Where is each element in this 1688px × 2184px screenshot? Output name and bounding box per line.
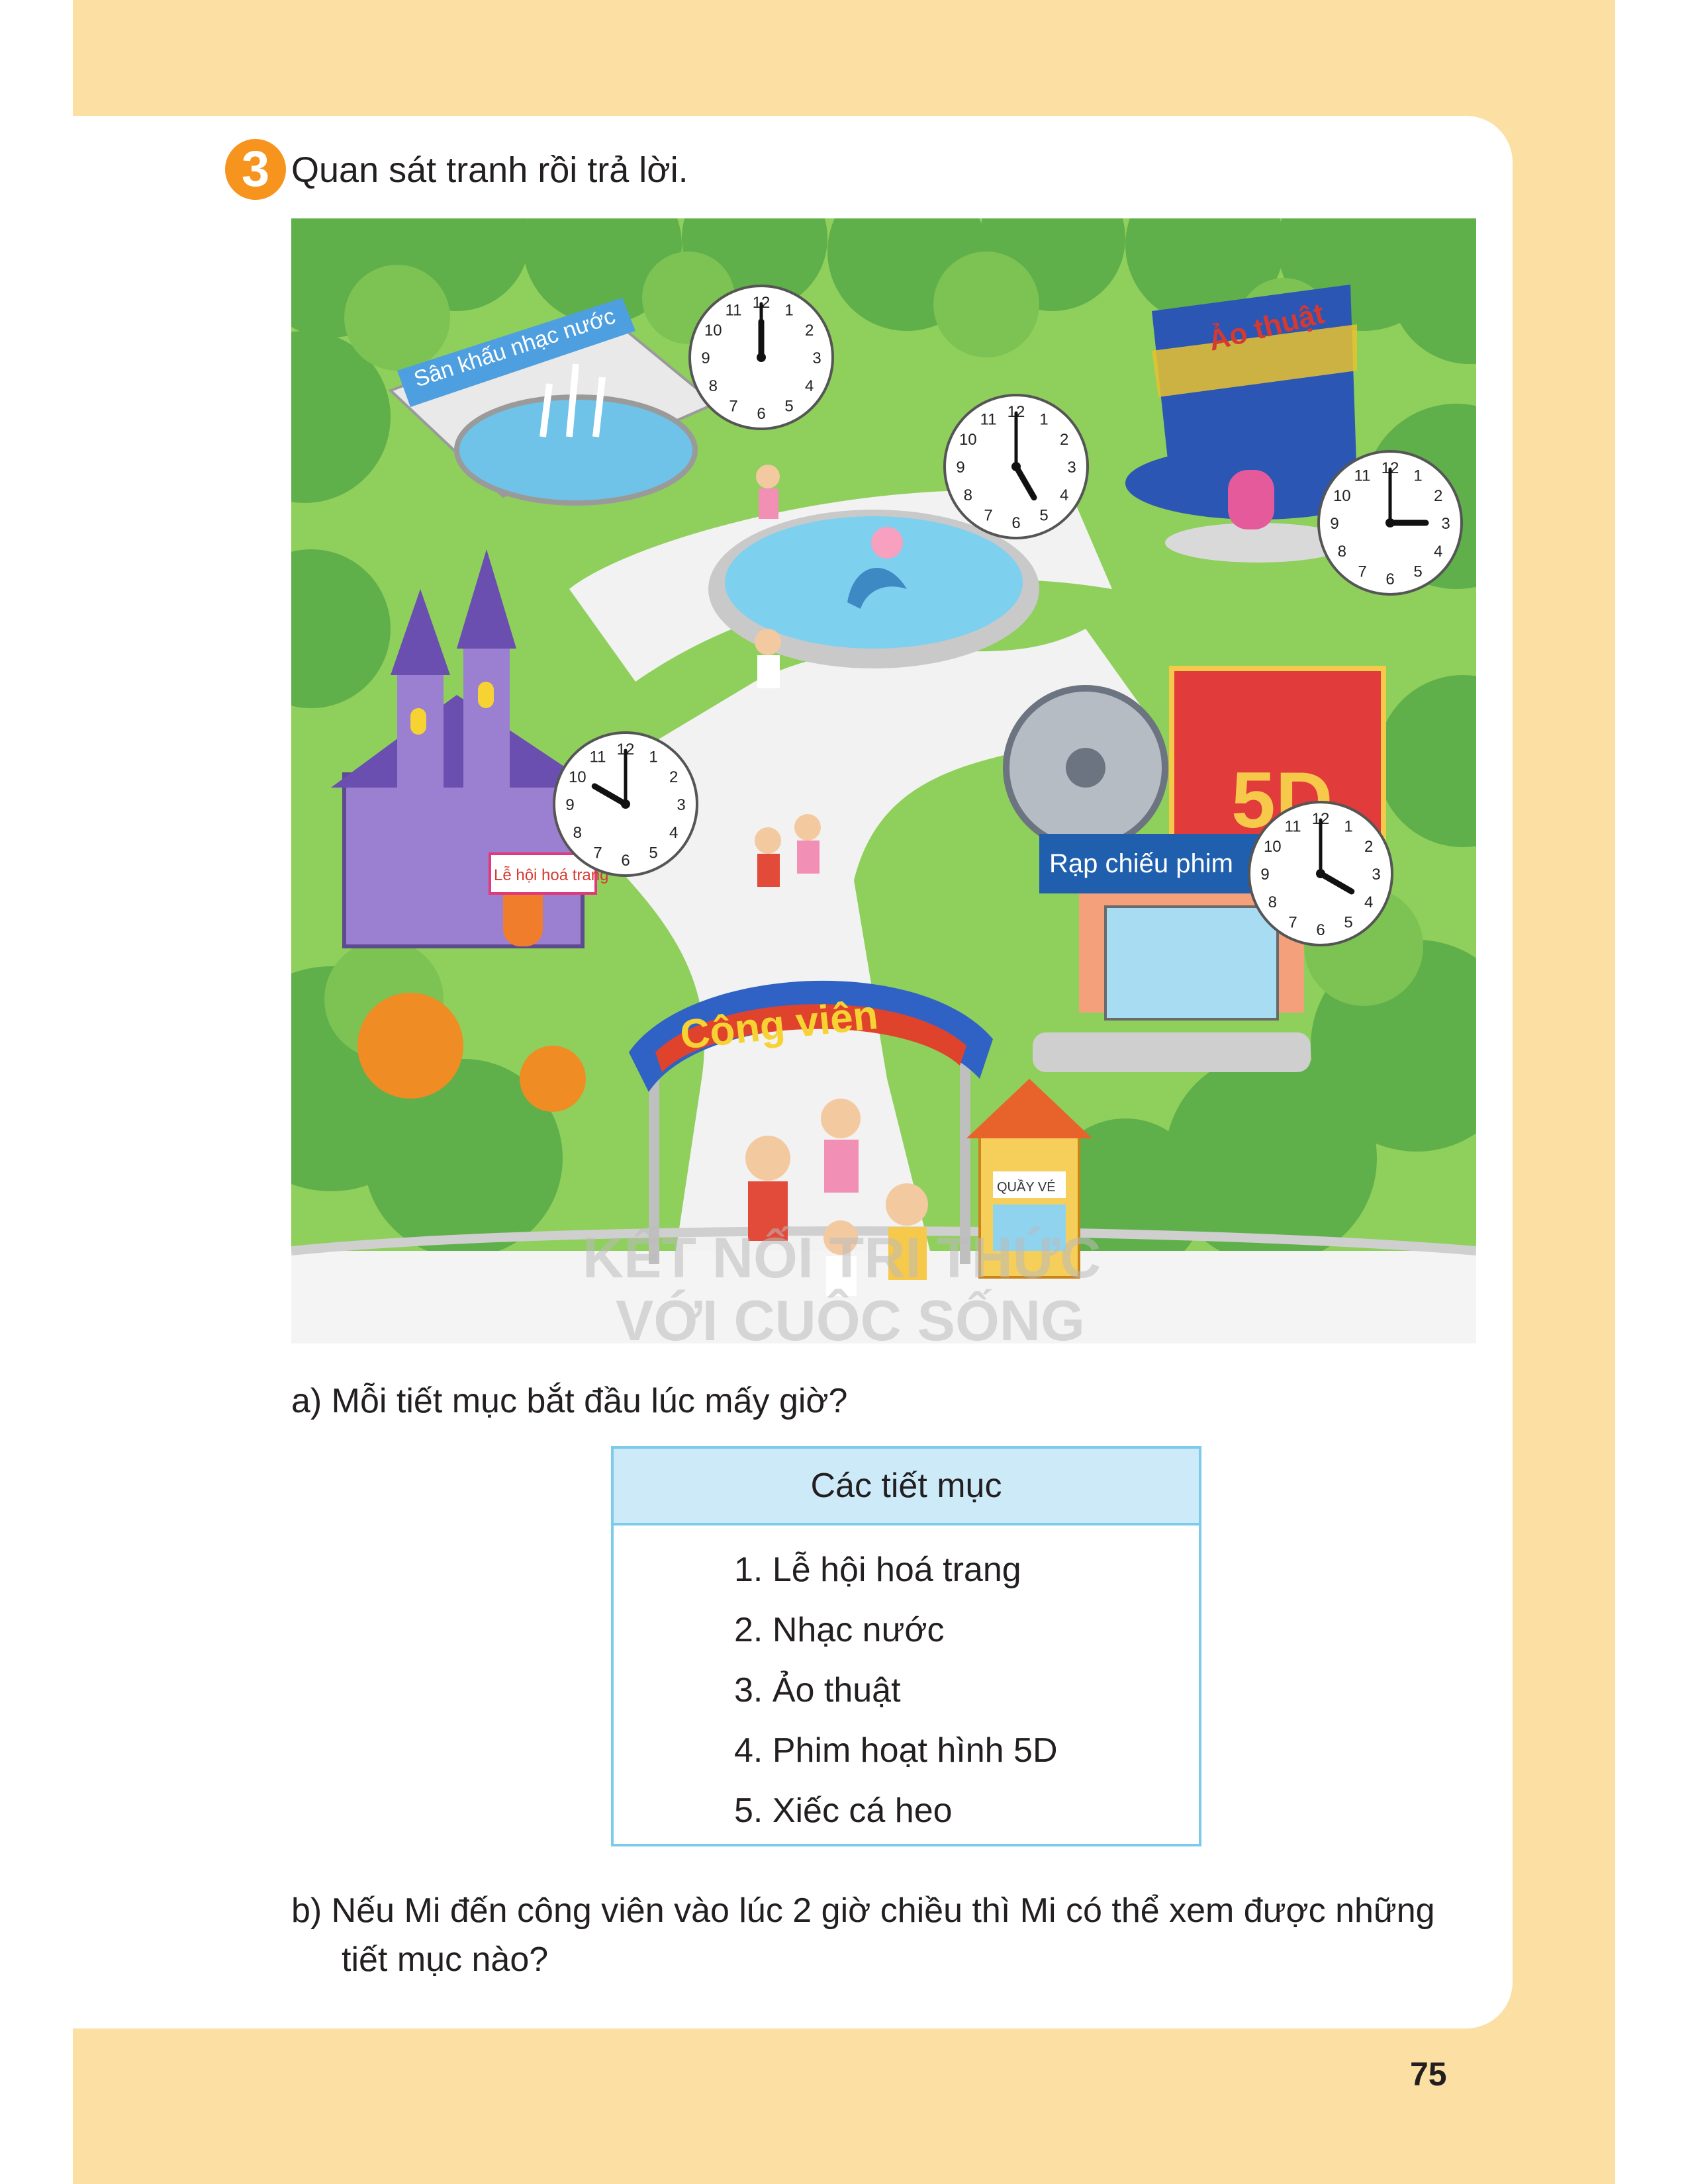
exercise-number-badge: 3 bbox=[225, 139, 286, 200]
program-list-item: 4. Phim hoạt hình 5D bbox=[734, 1731, 1058, 1770]
program-list-item: 2. Nhạc nước bbox=[734, 1611, 945, 1649]
svg-text:8: 8 bbox=[1268, 893, 1277, 911]
svg-text:5: 5 bbox=[649, 844, 657, 862]
svg-text:2: 2 bbox=[1364, 838, 1373, 856]
svg-text:9: 9 bbox=[565, 796, 574, 814]
svg-text:11: 11 bbox=[980, 410, 997, 428]
program-list-item: 3. Ảo thuật bbox=[734, 1671, 901, 1709]
svg-text:6: 6 bbox=[757, 405, 765, 423]
question-b: b) Nếu Mi đến công viên vào lúc 2 giờ ch… bbox=[291, 1891, 1435, 1979]
svg-text:7: 7 bbox=[729, 398, 737, 416]
svg-text:9: 9 bbox=[956, 459, 964, 477]
svg-text:8: 8 bbox=[573, 824, 582, 842]
svg-text:5: 5 bbox=[1039, 507, 1048, 525]
svg-text:11: 11 bbox=[590, 748, 606, 766]
svg-text:4: 4 bbox=[1434, 543, 1442, 561]
svg-text:10: 10 bbox=[1333, 487, 1351, 505]
svg-text:10: 10 bbox=[959, 431, 977, 449]
svg-text:10: 10 bbox=[1264, 838, 1282, 856]
watermark: KẾT NỐI TRI THỨC VỚI CUỘC SỐNG bbox=[583, 1226, 1101, 1343]
svg-text:8: 8 bbox=[709, 377, 718, 395]
svg-text:10: 10 bbox=[569, 768, 586, 786]
park-illustration: Sân khấu nhạc nước Ảo thuật Lễ hội hoá t… bbox=[291, 218, 1476, 1343]
svg-text:11: 11 bbox=[1354, 467, 1371, 484]
svg-text:2: 2 bbox=[1060, 431, 1068, 449]
svg-text:5: 5 bbox=[1344, 914, 1352, 932]
svg-text:9: 9 bbox=[701, 349, 710, 367]
program-list-body: 1. Lễ hội hoá trang 2. Nhạc nước 3. Ảo t… bbox=[614, 1525, 1199, 1841]
svg-text:3: 3 bbox=[677, 796, 685, 814]
svg-text:10: 10 bbox=[704, 322, 722, 340]
program-list-item: 5. Xiếc cá heo bbox=[734, 1792, 953, 1830]
clock-magic-show: 123456789101112 bbox=[1317, 450, 1463, 596]
svg-text:3: 3 bbox=[1372, 866, 1380, 884]
svg-text:8: 8 bbox=[1338, 543, 1346, 561]
ticket-booth-sign: QUẦY VÉ bbox=[997, 1179, 1056, 1195]
svg-text:3: 3 bbox=[812, 349, 821, 367]
svg-text:8: 8 bbox=[964, 486, 972, 504]
svg-text:5: 5 bbox=[1413, 563, 1422, 581]
clock-festival: 123456789101112 bbox=[553, 731, 698, 877]
clock-dolphin-show: 123456789101112 bbox=[943, 394, 1089, 539]
clock-water-stage: 123456789101112 bbox=[688, 285, 834, 430]
svg-text:3: 3 bbox=[1067, 459, 1076, 477]
svg-text:VỚI CUỘC SỐNG: VỚI CUỘC SỐNG bbox=[616, 1289, 1085, 1343]
svg-text:5: 5 bbox=[784, 398, 793, 416]
svg-text:2: 2 bbox=[1434, 487, 1442, 505]
svg-text:3: 3 bbox=[1441, 515, 1450, 533]
svg-text:4: 4 bbox=[669, 824, 678, 842]
program-list-item: 1. Lễ hội hoá trang bbox=[734, 1551, 1021, 1589]
pumpkin bbox=[357, 993, 463, 1099]
svg-text:7: 7 bbox=[1288, 914, 1297, 932]
svg-text:11: 11 bbox=[1285, 817, 1301, 835]
svg-text:9: 9 bbox=[1330, 515, 1338, 533]
svg-text:7: 7 bbox=[984, 507, 992, 525]
svg-text:4: 4 bbox=[1364, 893, 1373, 911]
festival-sign: Lễ hội hoá trang bbox=[494, 866, 608, 884]
svg-text:6: 6 bbox=[1316, 921, 1325, 939]
program-list-title: Các tiết mục bbox=[614, 1449, 1199, 1525]
svg-text:1: 1 bbox=[1039, 410, 1048, 428]
page-number: 75 bbox=[1410, 2056, 1447, 2093]
svg-text:7: 7 bbox=[1358, 563, 1366, 581]
pumpkin bbox=[520, 1046, 586, 1112]
svg-text:1: 1 bbox=[1344, 817, 1352, 835]
ball bbox=[871, 527, 903, 559]
svg-text:6: 6 bbox=[1011, 514, 1020, 532]
svg-text:2: 2 bbox=[669, 768, 678, 786]
svg-text:9: 9 bbox=[1260, 866, 1269, 884]
program-list-box: Các tiết mục 1. Lễ hội hoá trang 2. Nhạc… bbox=[611, 1446, 1201, 1846]
svg-text:2: 2 bbox=[805, 322, 814, 340]
svg-text:4: 4 bbox=[1060, 486, 1068, 504]
exercise-instruction: Quan sát tranh rồi trả lời. bbox=[291, 150, 688, 190]
svg-text:7: 7 bbox=[593, 844, 602, 862]
svg-text:11: 11 bbox=[726, 301, 742, 319]
clock-cinema: 123456789101112 bbox=[1248, 801, 1393, 946]
svg-text:6: 6 bbox=[621, 852, 630, 870]
svg-text:4: 4 bbox=[805, 377, 814, 395]
question-a: a) Mỗi tiết mục bắt đầu lúc mấy giờ? bbox=[291, 1382, 848, 1420]
cinema-sign: Rạp chiếu phim bbox=[1049, 849, 1233, 878]
svg-text:6: 6 bbox=[1385, 570, 1394, 588]
svg-text:KẾT NỐI TRI THỨC: KẾT NỐI TRI THỨC bbox=[583, 1226, 1101, 1290]
svg-text:1: 1 bbox=[784, 301, 793, 319]
svg-text:1: 1 bbox=[1413, 467, 1422, 484]
svg-text:1: 1 bbox=[649, 748, 657, 766]
